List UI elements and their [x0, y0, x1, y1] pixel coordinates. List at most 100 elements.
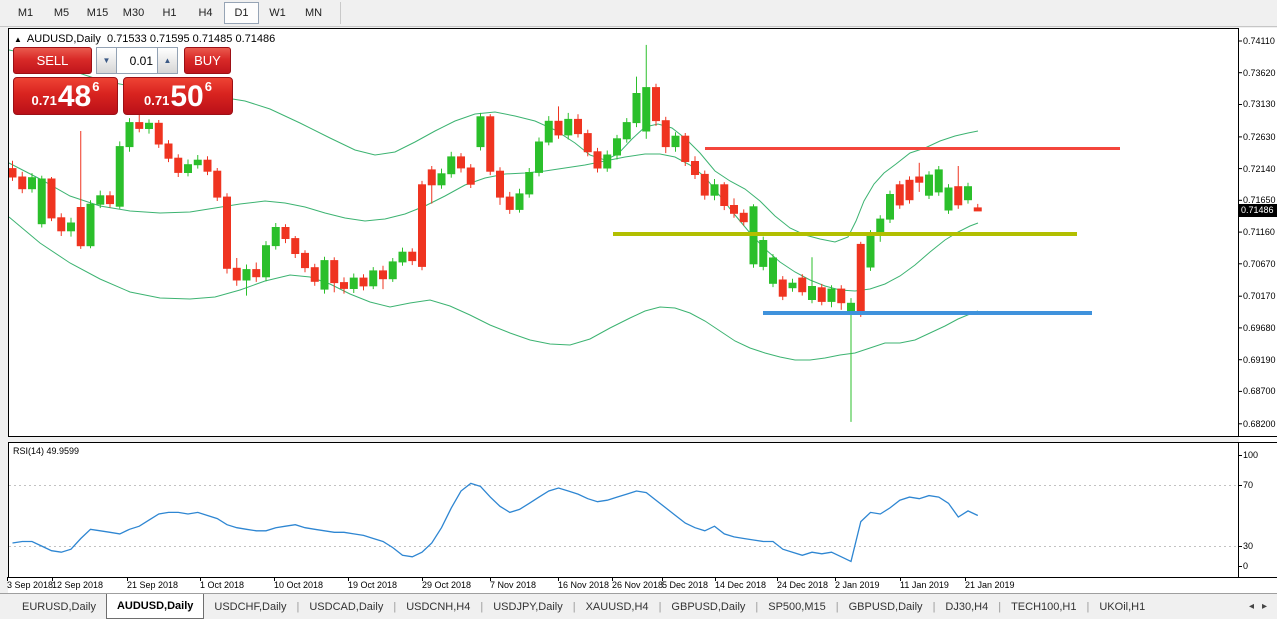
- candle: [476, 116, 485, 148]
- candle: [895, 184, 904, 206]
- candle: [808, 286, 816, 300]
- chart-title: ▲ AUDUSD,Daily 0.71533 0.71595 0.71485 0.…: [14, 33, 275, 45]
- sell-button[interactable]: SELL: [13, 47, 92, 74]
- candle: [691, 161, 699, 175]
- candle: [184, 164, 192, 173]
- candle: [115, 146, 124, 207]
- candle: [174, 157, 183, 173]
- candle: [408, 251, 417, 262]
- candle: [720, 184, 729, 207]
- candle: [76, 207, 85, 247]
- sell-price-pipette: 6: [92, 79, 100, 94]
- candle: [67, 222, 75, 232]
- rsi-tick-label: 30: [1243, 541, 1254, 551]
- date-tick-label: 19 Oct 2018: [348, 580, 398, 590]
- candle: [154, 122, 163, 145]
- collapse-panel-icon[interactable]: ▲: [14, 35, 22, 44]
- candle: [837, 288, 846, 304]
- candle: [213, 170, 222, 198]
- price-tick-label: 0.74110: [1243, 36, 1275, 46]
- candle: [613, 138, 621, 156]
- candle: [739, 212, 748, 223]
- candle: [369, 270, 378, 287]
- candle: [515, 193, 524, 210]
- candle: [671, 135, 680, 148]
- candle: [944, 187, 953, 211]
- date-tick-label: 10 Oct 2018: [274, 580, 324, 590]
- candle: [447, 156, 456, 175]
- candle: [535, 141, 543, 173]
- candle: [886, 194, 894, 220]
- candle: [388, 261, 397, 280]
- lot-decrease-button[interactable]: ▼: [96, 47, 117, 74]
- candle: [681, 135, 690, 162]
- candle: [866, 233, 875, 268]
- mt4-window: M1 M5 M15 M30 H1 H4 D1 W1 MN ▲ AUDUSD,Daily 0.715…: [0, 0, 1277, 619]
- candle: [661, 120, 670, 148]
- date-tick-label: 2 Jan 2019: [835, 580, 880, 590]
- candle: [223, 196, 231, 269]
- buy-price-button[interactable]: 0.71 50 6: [123, 77, 233, 115]
- candle: [934, 169, 943, 193]
- candle: [973, 207, 982, 212]
- price-tick-label: 0.68700: [1243, 386, 1276, 396]
- candle: [642, 87, 651, 132]
- one-click-trading-panel: SELL ▼ ▲ BUY 0.71 48 6 0.71 50 6: [13, 47, 235, 115]
- candle: [593, 151, 602, 169]
- buy-price-pips: 50: [170, 80, 204, 113]
- candle: [9, 168, 17, 178]
- candle: [876, 218, 885, 235]
- candle: [135, 122, 144, 129]
- candle: [954, 186, 963, 206]
- buy-button[interactable]: BUY: [184, 47, 231, 74]
- date-tick-label: 3 Sep 2018: [7, 580, 54, 590]
- date-tick-label: 26 Nov 2018: [612, 580, 664, 590]
- chart-ohlc-values: 0.71533 0.71595 0.71485 0.71486: [107, 33, 276, 45]
- rsi-indicator-label: RSI(14) 49.9599: [13, 446, 80, 456]
- candle: [622, 122, 631, 140]
- candle: [349, 277, 358, 290]
- candle: [193, 159, 202, 166]
- candle: [398, 251, 407, 263]
- sell-price-button[interactable]: 0.71 48 6: [13, 77, 118, 115]
- candle: [320, 260, 329, 290]
- candle: [252, 269, 261, 278]
- candle: [603, 154, 612, 169]
- date-tick-label: 29 Oct 2018: [422, 580, 472, 590]
- sell-price-major: 0.71: [31, 93, 57, 108]
- candle: [778, 279, 787, 297]
- sell-price-pips: 48: [57, 80, 92, 113]
- rsi-tick-label: 70: [1243, 480, 1254, 490]
- date-tick-label: 1 Oct 2018: [200, 580, 245, 590]
- candle: [905, 179, 914, 201]
- candle: [301, 252, 309, 269]
- candle: [145, 122, 153, 130]
- candle: [106, 195, 114, 205]
- candle: [730, 205, 738, 214]
- date-tick-label: 11 Jan 2019: [900, 580, 949, 590]
- date-tick-label: 16 Nov 2018: [558, 580, 610, 590]
- candle: [418, 184, 426, 267]
- candle: [18, 176, 27, 190]
- current-price-badge: 0.71486: [1239, 204, 1277, 217]
- lot-increase-button[interactable]: ▲: [157, 47, 178, 74]
- candle: [496, 170, 504, 198]
- price-tick-label: 0.72140: [1243, 164, 1276, 174]
- price-tick-label: 0.69680: [1243, 323, 1276, 333]
- price-tick-label: 0.72630: [1243, 132, 1276, 142]
- candle: [574, 118, 582, 135]
- candle: [96, 195, 105, 205]
- price-tick-label: 0.69190: [1243, 355, 1276, 365]
- candle: [710, 184, 719, 196]
- price-tick-label: 0.70670: [1243, 259, 1276, 269]
- rsi-pane: [8, 442, 1239, 578]
- candle: [554, 120, 563, 136]
- candle: [798, 277, 807, 293]
- lot-size-input[interactable]: [117, 47, 157, 74]
- candle: [359, 277, 368, 287]
- candle: [525, 172, 534, 195]
- date-tick-label: 12 Sep 2018: [52, 580, 104, 590]
- candle: [759, 240, 768, 267]
- candle: [505, 196, 514, 210]
- date-tick-label: 24 Dec 2018: [777, 580, 829, 590]
